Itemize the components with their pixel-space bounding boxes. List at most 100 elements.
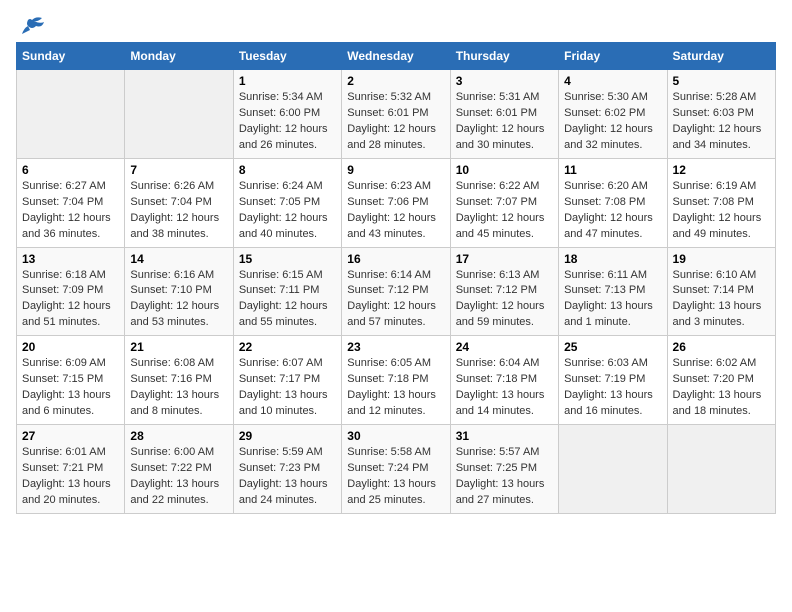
day-number: 27 [22,429,119,443]
day-info: Sunrise: 6:09 AM Sunset: 7:15 PM Dayligh… [22,356,119,420]
day-number: 23 [347,340,444,354]
day-number: 24 [456,340,553,354]
day-number: 22 [239,340,336,354]
week-row-4: 20 Sunrise: 6:09 AM Sunset: 7:15 PM Dayli… [17,336,776,425]
week-row-2: 6 Sunrise: 6:27 AM Sunset: 7:04 PM Daylig… [17,158,776,247]
day-info: Sunrise: 6:05 AM Sunset: 7:18 PM Dayligh… [347,356,444,420]
day-info: Sunrise: 6:01 AM Sunset: 7:21 PM Dayligh… [22,445,119,509]
day-number: 26 [673,340,770,354]
day-number: 29 [239,429,336,443]
day-info: Sunrise: 6:03 AM Sunset: 7:19 PM Dayligh… [564,356,661,420]
day-info: Sunrise: 6:04 AM Sunset: 7:18 PM Dayligh… [456,356,553,420]
day-info: Sunrise: 6:02 AM Sunset: 7:20 PM Dayligh… [673,356,770,420]
week-row-3: 13Sunrise: 6:18 AM Sunset: 7:09 PM Dayli… [17,247,776,336]
calendar-cell: 6 Sunrise: 6:27 AM Sunset: 7:04 PM Daylig… [17,158,125,247]
col-header-wednesday: Wednesday [342,43,450,70]
calendar-cell [667,425,775,514]
day-info: Sunrise: 5:58 AM Sunset: 7:24 PM Dayligh… [347,445,444,509]
calendar-cell: 14 Sunrise: 6:16 AM Sunset: 7:10 PM Dayli… [125,247,233,336]
calendar-cell: 19Sunrise: 6:10 AM Sunset: 7:14 PM Dayli… [667,247,775,336]
calendar-cell: 9 Sunrise: 6:23 AM Sunset: 7:06 PM Daylig… [342,158,450,247]
calendar-cell: 15 Sunrise: 6:15 AM Sunset: 7:11 PM Dayli… [233,247,341,336]
col-header-monday: Monday [125,43,233,70]
day-number: 20 [22,340,119,354]
week-row-5: 27 Sunrise: 6:01 AM Sunset: 7:21 PM Dayli… [17,425,776,514]
day-info: Sunrise: 5:57 AM Sunset: 7:25 PM Dayligh… [456,445,553,509]
calendar-cell: 26 Sunrise: 6:02 AM Sunset: 7:20 PM Dayli… [667,336,775,425]
day-info: Sunrise: 5:59 AM Sunset: 7:23 PM Dayligh… [239,445,336,509]
logo [16,16,46,32]
day-number: 7 [130,163,227,177]
day-number: 9 [347,163,444,177]
calendar-cell: 18 Sunrise: 6:11 AM Sunset: 7:13 PM Dayli… [559,247,667,336]
calendar-cell: 30 Sunrise: 5:58 AM Sunset: 7:24 PM Dayli… [342,425,450,514]
day-info: Sunrise: 6:10 AM Sunset: 7:14 PM Dayligh… [673,268,770,332]
day-number: 18 [564,252,661,266]
col-header-tuesday: Tuesday [233,43,341,70]
calendar-cell [559,425,667,514]
day-info: Sunrise: 6:23 AM Sunset: 7:06 PM Dayligh… [347,179,444,243]
calendar-cell: 5 Sunrise: 5:28 AM Sunset: 6:03 PM Daylig… [667,70,775,159]
day-number: 14 [130,252,227,266]
day-info: Sunrise: 6:27 AM Sunset: 7:04 PM Dayligh… [22,179,119,243]
day-info: Sunrise: 6:07 AM Sunset: 7:17 PM Dayligh… [239,356,336,420]
day-number: 5 [673,74,770,88]
calendar-cell: 29 Sunrise: 5:59 AM Sunset: 7:23 PM Dayli… [233,425,341,514]
week-row-1: 1Sunrise: 5:34 AM Sunset: 6:00 PM Daylig… [17,70,776,159]
calendar-cell: 2 Sunrise: 5:32 AM Sunset: 6:01 PM Daylig… [342,70,450,159]
calendar-cell: 16 Sunrise: 6:14 AM Sunset: 7:12 PM Dayli… [342,247,450,336]
calendar-cell [17,70,125,159]
calendar-cell: 1Sunrise: 5:34 AM Sunset: 6:00 PM Daylig… [233,70,341,159]
calendar-cell: 21 Sunrise: 6:08 AM Sunset: 7:16 PM Dayli… [125,336,233,425]
calendar-cell: 7Sunrise: 6:26 AM Sunset: 7:04 PM Daylig… [125,158,233,247]
day-info: Sunrise: 5:31 AM Sunset: 6:01 PM Dayligh… [456,90,553,154]
calendar-cell: 11 Sunrise: 6:20 AM Sunset: 7:08 PM Dayli… [559,158,667,247]
calendar-cell: 20 Sunrise: 6:09 AM Sunset: 7:15 PM Dayli… [17,336,125,425]
col-header-friday: Friday [559,43,667,70]
day-info: Sunrise: 6:19 AM Sunset: 7:08 PM Dayligh… [673,179,770,243]
calendar-table: SundayMondayTuesdayWednesdayThursdayFrid… [16,42,776,514]
day-info: Sunrise: 5:32 AM Sunset: 6:01 PM Dayligh… [347,90,444,154]
day-number: 3 [456,74,553,88]
day-info: Sunrise: 5:34 AM Sunset: 6:00 PM Dayligh… [239,90,336,154]
day-number: 4 [564,74,661,88]
day-number: 16 [347,252,444,266]
calendar-cell: 13Sunrise: 6:18 AM Sunset: 7:09 PM Dayli… [17,247,125,336]
day-number: 30 [347,429,444,443]
day-info: Sunrise: 6:22 AM Sunset: 7:07 PM Dayligh… [456,179,553,243]
day-number: 2 [347,74,444,88]
day-number: 28 [130,429,227,443]
day-number: 31 [456,429,553,443]
day-info: Sunrise: 6:16 AM Sunset: 7:10 PM Dayligh… [130,268,227,332]
calendar-cell: 24 Sunrise: 6:04 AM Sunset: 7:18 PM Dayli… [450,336,558,425]
header [16,16,776,32]
day-info: Sunrise: 6:11 AM Sunset: 7:13 PM Dayligh… [564,268,661,332]
day-info: Sunrise: 6:08 AM Sunset: 7:16 PM Dayligh… [130,356,227,420]
day-info: Sunrise: 6:18 AM Sunset: 7:09 PM Dayligh… [22,268,119,332]
col-header-sunday: Sunday [17,43,125,70]
calendar-cell: 12Sunrise: 6:19 AM Sunset: 7:08 PM Dayli… [667,158,775,247]
day-info: Sunrise: 6:24 AM Sunset: 7:05 PM Dayligh… [239,179,336,243]
day-number: 21 [130,340,227,354]
day-info: Sunrise: 6:20 AM Sunset: 7:08 PM Dayligh… [564,179,661,243]
calendar-cell: 8Sunrise: 6:24 AM Sunset: 7:05 PM Daylig… [233,158,341,247]
logo-bird-icon [18,16,46,36]
calendar-cell: 22 Sunrise: 6:07 AM Sunset: 7:17 PM Dayli… [233,336,341,425]
calendar-cell: 17 Sunrise: 6:13 AM Sunset: 7:12 PM Dayli… [450,247,558,336]
day-info: Sunrise: 6:14 AM Sunset: 7:12 PM Dayligh… [347,268,444,332]
day-number: 6 [22,163,119,177]
calendar-cell: 27 Sunrise: 6:01 AM Sunset: 7:21 PM Dayli… [17,425,125,514]
calendar-cell: 31 Sunrise: 5:57 AM Sunset: 7:25 PM Dayli… [450,425,558,514]
day-info: Sunrise: 6:13 AM Sunset: 7:12 PM Dayligh… [456,268,553,332]
day-number: 11 [564,163,661,177]
calendar-cell: 28Sunrise: 6:00 AM Sunset: 7:22 PM Dayli… [125,425,233,514]
day-number: 17 [456,252,553,266]
col-header-thursday: Thursday [450,43,558,70]
col-header-saturday: Saturday [667,43,775,70]
day-info: Sunrise: 5:30 AM Sunset: 6:02 PM Dayligh… [564,90,661,154]
day-number: 15 [239,252,336,266]
day-info: Sunrise: 5:28 AM Sunset: 6:03 PM Dayligh… [673,90,770,154]
day-number: 10 [456,163,553,177]
day-info: Sunrise: 6:15 AM Sunset: 7:11 PM Dayligh… [239,268,336,332]
calendar-cell: 3 Sunrise: 5:31 AM Sunset: 6:01 PM Daylig… [450,70,558,159]
